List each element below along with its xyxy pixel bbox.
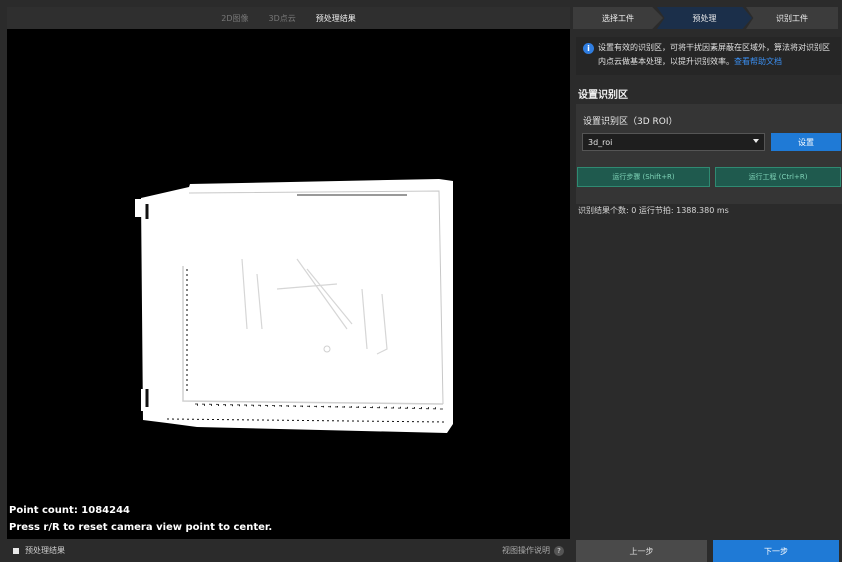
info-icon: i: [583, 43, 594, 54]
viewer-footer: 预处理结果 视图操作说明 ?: [7, 539, 570, 562]
preprocess-toggle[interactable]: 预处理结果: [13, 545, 65, 556]
app-window: 2D图像 3D点云 预处理结果 Point count: 1084244 Pre…: [0, 0, 842, 562]
chevron-down-icon: [753, 139, 759, 143]
view-tabs: 2D图像 3D点云 预处理结果: [7, 7, 570, 29]
point-count-text: Point count: 1084244: [9, 505, 131, 516]
tab-3d-point-cloud[interactable]: 3D点云: [269, 13, 296, 24]
bottom-nav: 上一步 下一步: [573, 540, 842, 562]
step-preprocess[interactable]: 预处理: [657, 7, 752, 29]
reset-hint-text: Press r/R to reset camera view point to …: [9, 522, 273, 533]
view-help-label[interactable]: 视图操作说明: [502, 545, 550, 556]
roi-select[interactable]: 3d_roi: [582, 133, 765, 151]
point-cloud-canvas[interactable]: Point count: 1084244 Press r/R to reset …: [7, 29, 570, 539]
step-recognize-workpiece[interactable]: 识别工件: [746, 7, 838, 29]
roi-label: 设置识别区（3D ROI）: [583, 117, 678, 127]
point-cloud-viewer[interactable]: 2D图像 3D点云 预处理结果 Point count: 1084244 Pre…: [7, 7, 570, 562]
info-text: 设置有效的识别区，可将干扰因素屏蔽在区域外，算法将对识别区内点云做基本处理，以提…: [598, 43, 830, 66]
roi-select-value: 3d_roi: [588, 137, 613, 147]
step-wizard: 选择工件 预处理 识别工件: [573, 7, 842, 29]
next-step-button[interactable]: 下一步: [713, 540, 839, 562]
set-roi-button[interactable]: 设置: [771, 133, 841, 151]
result-status: 识别结果个数: 0 运行节拍: 1388.380 ms: [578, 206, 729, 215]
preprocess-label: 预处理结果: [25, 546, 65, 555]
point-cloud-render: [135, 179, 453, 433]
section-title: 设置识别区: [578, 90, 628, 101]
step-select-workpiece[interactable]: 选择工件: [573, 7, 663, 29]
info-box: i 设置有效的识别区，可将干扰因素屏蔽在区域外，算法将对识别区内点云做基本处理，…: [576, 37, 841, 75]
run-project-button[interactable]: 运行工程 (Ctrl+R): [715, 167, 841, 187]
checkbox-icon[interactable]: [13, 547, 19, 554]
settings-panel: 选择工件 预处理 识别工件 i 设置有效的识别区，可将干扰因素屏蔽在区域外，算法…: [573, 7, 842, 562]
view-help[interactable]: 视图操作说明 ?: [502, 545, 564, 556]
question-icon[interactable]: ?: [554, 545, 564, 556]
run-step-button[interactable]: 运行步骤 (Shift+R): [577, 167, 710, 187]
roi-card: 设置识别区（3D ROI） 3d_roi 设置: [576, 104, 842, 204]
prev-step-button[interactable]: 上一步: [576, 540, 707, 562]
tab-2d-image[interactable]: 2D图像: [221, 13, 248, 24]
help-doc-link[interactable]: 查看帮助文档: [734, 57, 782, 66]
tab-preprocess-result[interactable]: 预处理结果: [316, 13, 356, 24]
